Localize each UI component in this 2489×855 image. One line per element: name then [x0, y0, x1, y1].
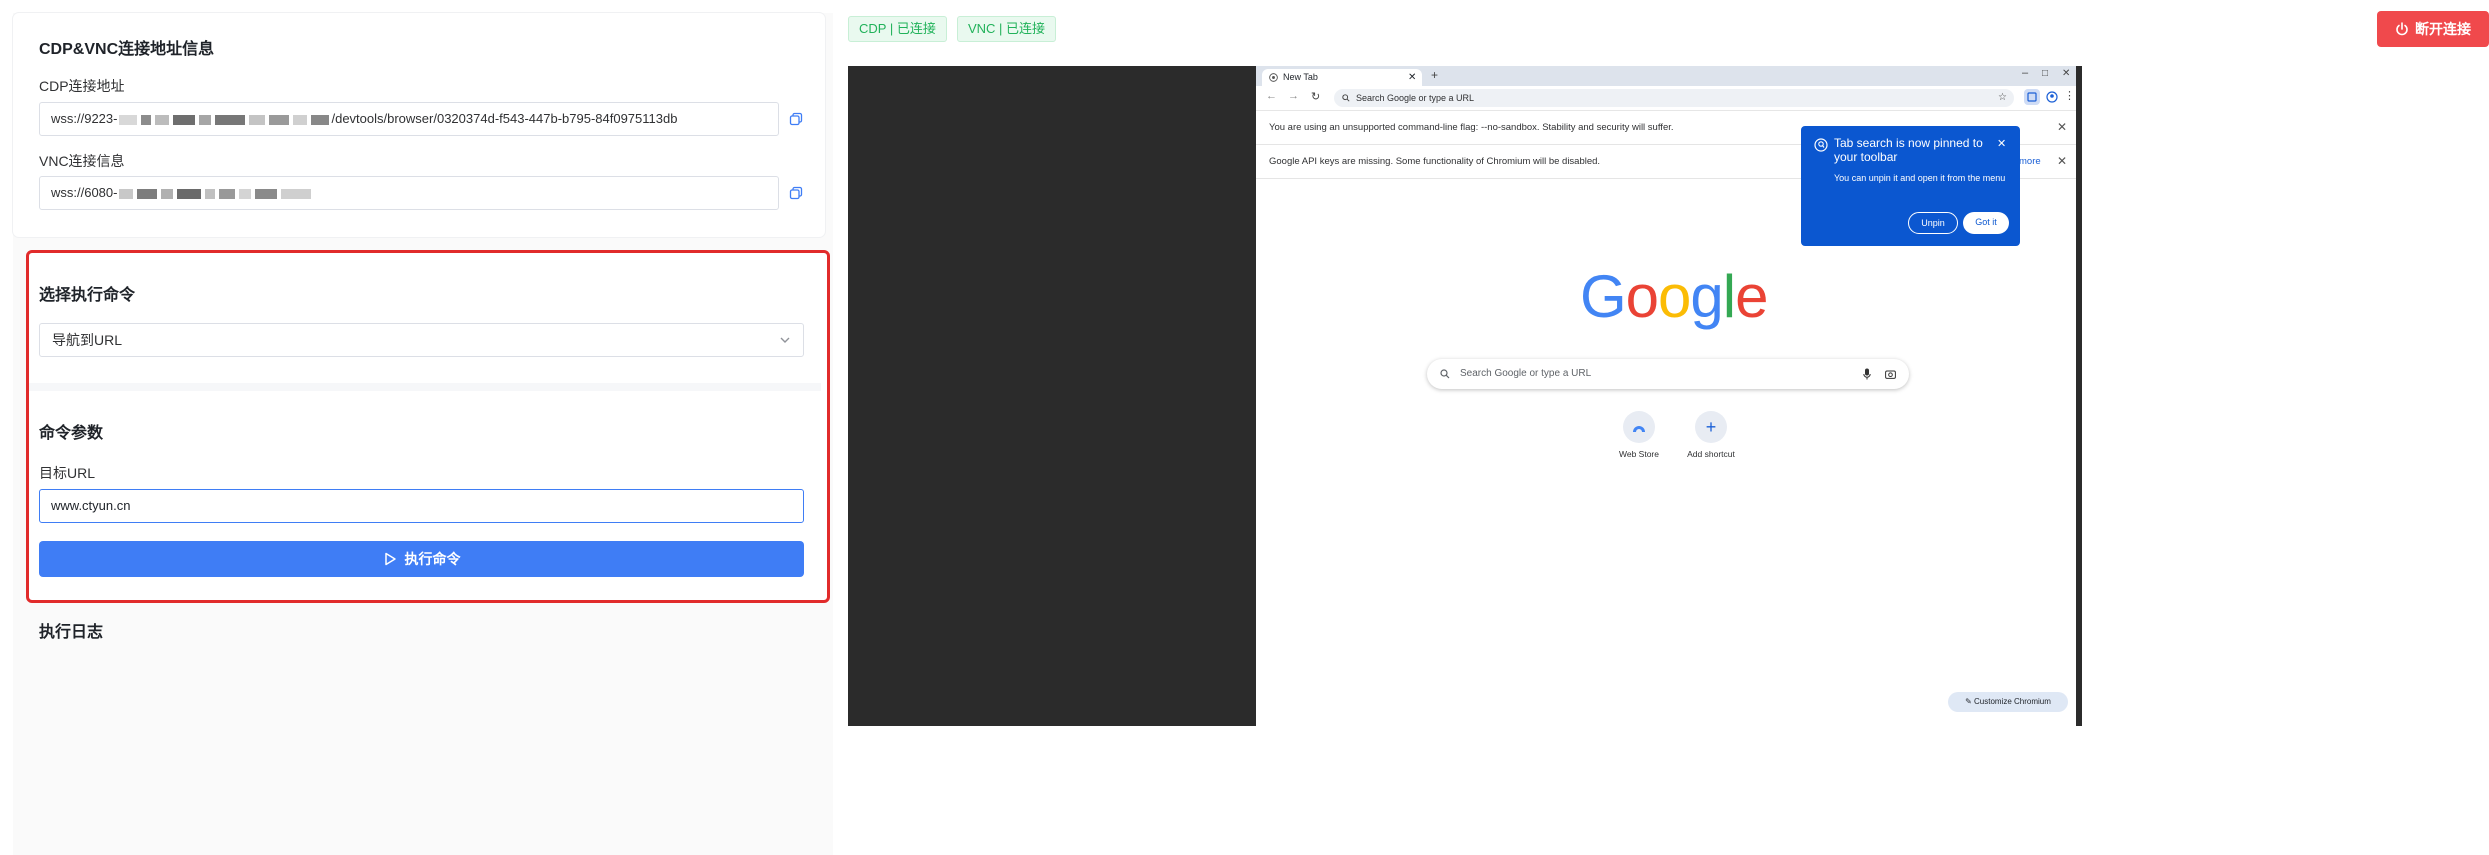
redacted-mask [117, 111, 331, 126]
omnibox[interactable]: Search Google or type a URL ☆ [1334, 89, 2014, 107]
tab-search-popup-icon [1814, 138, 1828, 152]
omnibox-placeholder: Search Google or type a URL [1356, 93, 1475, 103]
disconnect-button[interactable]: 断开连接 [2377, 11, 2489, 47]
got-it-button[interactable]: Got it [1963, 212, 2009, 234]
menu-icon[interactable]: ⋮ [2064, 89, 2075, 102]
close-icon[interactable]: ✕ [2057, 145, 2067, 178]
search-icon [1342, 94, 1350, 102]
command-card: 选择执行命令 导航到URL 命令参数 目标URL www.ctyun.cn 执行… [26, 250, 830, 603]
cdp-status-badge: CDP | 已连接 [848, 16, 947, 42]
cdp-prefix: wss://9223- [51, 111, 118, 126]
select-command-title: 选择执行命令 [39, 287, 136, 304]
vnc-viewer[interactable]: New Tab ✕ + – □ ✕ ← → ↻ Search Google or… [848, 66, 2082, 726]
unpin-button[interactable]: Unpin [1908, 212, 1958, 234]
reload-icon[interactable]: ↻ [1311, 90, 1320, 103]
close-icon[interactable]: ✕ [2057, 111, 2067, 144]
command-select-value: 导航到URL [52, 332, 123, 348]
vnc-address-input[interactable]: wss://6080- [39, 176, 779, 210]
star-icon[interactable]: ☆ [1998, 89, 2007, 107]
new-tab-icon[interactable]: + [1431, 68, 1438, 82]
camera-icon[interactable] [1885, 369, 1896, 379]
maximize-icon[interactable]: □ [2042, 68, 2048, 79]
window-close-icon[interactable]: ✕ [2062, 68, 2070, 79]
cdp-label: CDP连接地址 [39, 78, 125, 94]
connection-info-card: CDP&VNC连接地址信息 CDP连接地址 wss://9223- /devtoo… [13, 13, 825, 237]
left-panel: CDP&VNC连接地址信息 CDP连接地址 wss://9223- /devtoo… [13, 13, 833, 855]
divider [29, 383, 821, 391]
command-select[interactable]: 导航到URL [39, 323, 804, 357]
params-title: 命令参数 [39, 425, 104, 442]
popup-body: You can unpin it and open it from the me… [1834, 173, 2006, 183]
ntp-search-placeholder: Search Google or type a URL [1460, 368, 1592, 379]
tab-new-tab[interactable]: New Tab ✕ [1262, 69, 1422, 86]
shortcut-web-store[interactable]: Web Store [1599, 411, 1679, 459]
profile-icon[interactable] [2046, 91, 2058, 103]
tab-search-icon[interactable] [2024, 89, 2040, 105]
chromium-window[interactable]: New Tab ✕ + – □ ✕ ← → ↻ Search Google or… [1256, 66, 2076, 726]
infobar-sandbox-text: You are using an unsupported command-lin… [1269, 122, 1674, 133]
vnc-status-badge: VNC | 已连接 [957, 16, 1057, 42]
connection-info-title: CDP&VNC连接地址信息 [39, 41, 215, 58]
tab-title: New Tab [1283, 72, 1318, 82]
chevron-down-icon [780, 337, 790, 343]
shortcut-add[interactable]: + Add shortcut [1671, 411, 1751, 459]
customize-chromium-button[interactable]: ✎ Customize Chromium [1948, 692, 2068, 712]
chromium-favicon-icon [1269, 73, 1278, 82]
forward-icon[interactable]: → [1288, 90, 1299, 102]
tab-search-popup: Tab search is now pinned to your toolbar… [1801, 126, 2020, 246]
add-shortcut-icon: + [1695, 411, 1727, 443]
mic-icon[interactable] [1863, 368, 1871, 380]
search-icon [1440, 369, 1450, 379]
popup-title: Tab search is now pinned to your toolbar [1834, 136, 1983, 164]
google-logo: Google [1580, 263, 1769, 330]
target-url-input[interactable]: www.ctyun.cn [39, 489, 804, 523]
shortcut-web-store-label: Web Store [1618, 449, 1659, 459]
play-icon [384, 552, 396, 566]
infobar-api-text: Google API keys are missing. Some functi… [1269, 156, 1601, 167]
vnc-label: VNC连接信息 [39, 153, 125, 169]
power-icon [2396, 22, 2408, 36]
back-icon[interactable]: ← [1266, 90, 1277, 102]
customize-label: Customize Chromium [1974, 697, 2051, 706]
tab-strip: New Tab ✕ + – □ ✕ [1256, 66, 2076, 86]
web-store-icon [1623, 411, 1655, 443]
browser-toolbar: ← → ↻ Search Google or type a URL ☆ ⋮ [1256, 86, 2076, 111]
close-icon[interactable]: ✕ [1997, 137, 2006, 150]
copy-icon[interactable] [789, 112, 803, 126]
target-url-label: 目标URL [39, 465, 96, 481]
pencil-icon: ✎ [1965, 697, 1972, 706]
cdp-address-input[interactable]: wss://9223- /devtools/browser/0320374d-f5… [39, 102, 779, 136]
learn-more-link[interactable]: more [2019, 145, 2041, 178]
copy-icon[interactable] [789, 186, 803, 200]
execute-command-label: 执行命令 [404, 551, 461, 567]
minimize-icon[interactable]: – [2022, 67, 2028, 79]
ntp-search-box[interactable]: Search Google or type a URL [1427, 359, 1909, 389]
disconnect-label: 断开连接 [2415, 21, 2471, 37]
redacted-mask [117, 185, 313, 200]
vnc-prefix: wss://6080- [51, 185, 118, 200]
cdp-suffix: /devtools/browser/0320374d-f543-447b-b79… [331, 111, 678, 126]
tab-close-icon[interactable]: ✕ [1408, 69, 1416, 86]
execution-log-title: 执行日志 [39, 624, 104, 641]
shortcut-add-label: Add shortcut [1687, 449, 1735, 459]
execute-command-button[interactable]: 执行命令 [39, 541, 804, 577]
